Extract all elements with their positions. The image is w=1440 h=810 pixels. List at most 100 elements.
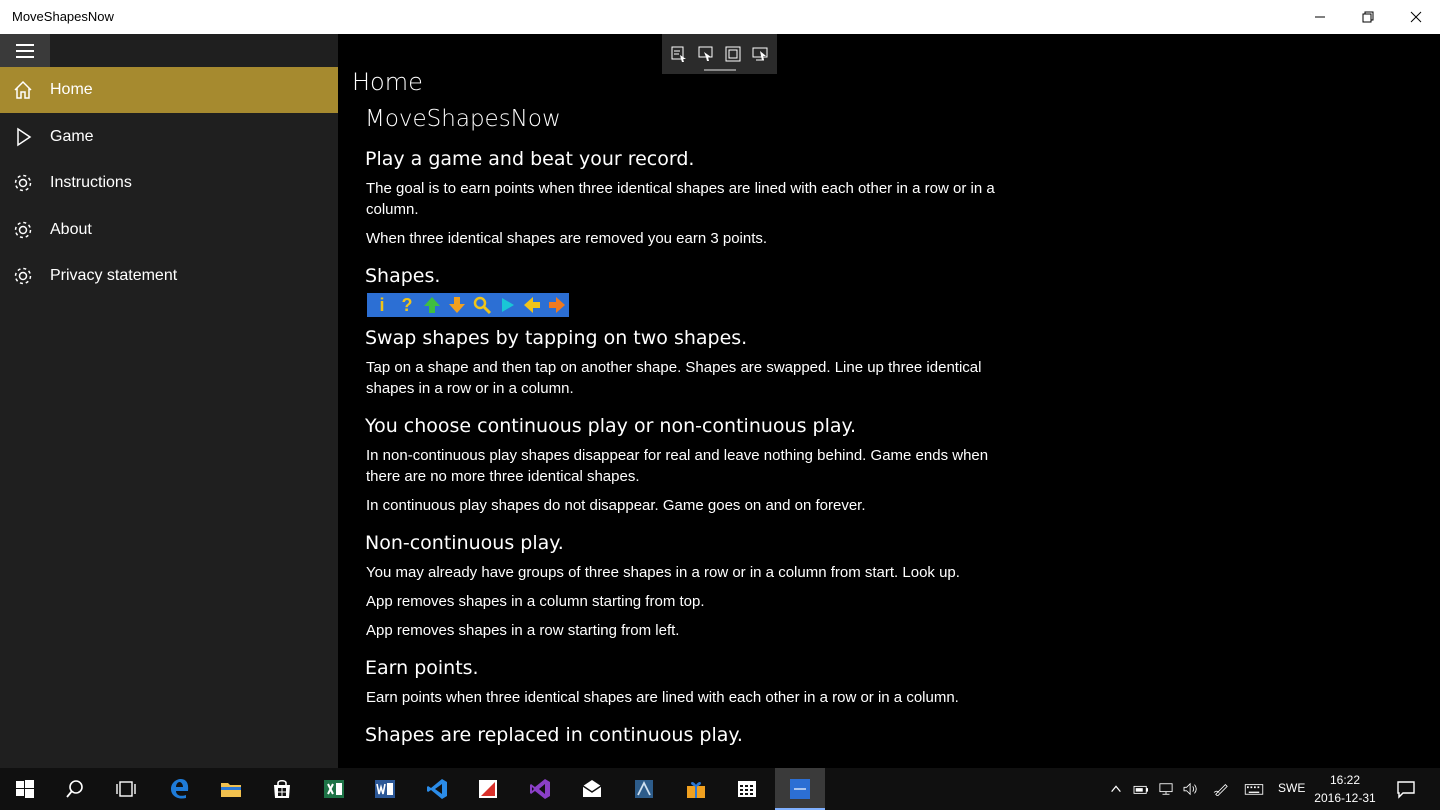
section-paragraph: App removes shapes in a column starting … [366,593,705,610]
visual-studio-app[interactable] [515,768,565,810]
nav-item-home[interactable]: Home [0,67,338,113]
notification-icon [1397,781,1415,799]
section-paragraph: When three identical shapes are removed … [366,230,768,247]
close-icon [1410,11,1422,23]
input-language[interactable]: SWE [1278,781,1305,795]
nav-item-label: Privacy statement [50,267,178,284]
info-icon: i [379,294,385,315]
paint-app[interactable] [463,768,513,810]
mail-app[interactable] [567,768,617,810]
home-icon [12,79,34,101]
section-paragraph: The goal is to earn points when three id… [366,180,995,218]
toolbar-grip[interactable] [704,69,736,71]
arrow-left-icon [521,294,543,316]
search-icon [66,780,83,798]
calculator-app[interactable] [722,768,772,810]
section-paragraph: You may already have groups of three sha… [366,564,960,581]
title-bar: MoveShapesNow [0,0,1440,34]
nav-item-label: About [50,221,92,238]
minimize-button[interactable] [1296,0,1344,34]
section-replaced: Shapes are replaced in continuous play. [365,722,1005,748]
section-heading: Earn points. [365,657,479,679]
section-heading: Non-continuous play. [365,532,564,554]
magnifier-icon [471,294,493,316]
hamburger-icon [16,49,34,52]
visual-studio-code-app[interactable] [412,768,462,810]
nav-item-label: Instructions [50,174,132,191]
select-element-icon[interactable] [668,43,690,65]
frame-icon[interactable] [722,43,744,65]
search-button[interactable] [50,768,100,810]
section-play: Play a game and beat your record. The go… [365,146,1005,249]
pointer-icon[interactable] [695,43,717,65]
navigation-pane: Home Game Instructions About Privacy sta… [0,34,338,768]
section-heading: Swap shapes by tapping on two shapes. [365,327,748,349]
arrow-right-icon [546,294,568,316]
hamburger-menu-button[interactable] [0,34,50,67]
section-paragraph: App removes shapes in a row starting fro… [366,622,680,639]
file-explorer-icon [221,783,241,797]
visual-studio-icon [530,779,550,799]
clock[interactable]: 16:22 2016-12-31 [1310,771,1380,807]
section-earn-points: Earn points. Earn points when three iden… [365,655,1005,708]
gear-icon [12,265,34,287]
taskbar: SWE 16:22 2016-12-31 [0,768,1440,810]
file-explorer-app[interactable] [206,768,256,810]
gift-icon [687,782,705,798]
app-button[interactable] [619,768,669,810]
restore-icon [1362,11,1374,23]
nav-item-privacy-statement[interactable]: Privacy statement [0,253,338,299]
nav-item-about[interactable]: About [0,207,338,253]
play-icon [12,126,34,148]
mail-icon [582,780,602,797]
task-view-button[interactable] [101,768,151,810]
main-content: Home MoveShapesNow Play a game and beat … [338,34,1440,768]
app-icon [635,780,653,798]
minimize-icon [1315,16,1325,18]
edge-app[interactable] [155,768,205,810]
section-heading: Play a game and beat your record. [365,148,695,170]
nav-item-game[interactable]: Game [0,114,338,160]
gift-app[interactable] [671,768,721,810]
battery-icon[interactable] [1131,780,1151,798]
task-view-icon [116,781,136,797]
start-icon [16,780,34,798]
gear-icon [12,172,34,194]
touch-keyboard-icon[interactable] [1244,780,1264,798]
section-heading: Shapes are replaced in continuous play. [365,724,743,746]
section-heading: Shapes. [365,265,441,287]
store-icon [274,779,290,798]
action-center-button[interactable] [1394,777,1418,801]
nav-item-label: Game [50,128,94,145]
moveshapesnow-app[interactable] [775,768,825,810]
nav-item-label: Home [50,81,93,98]
store-app[interactable] [257,768,307,810]
section-swap: Swap shapes by tapping on two shapes. Ta… [365,325,1005,399]
excel-app[interactable] [309,768,359,810]
pen-icon[interactable] [1211,780,1231,798]
close-button[interactable] [1392,0,1440,34]
moveshapesnow-icon [790,779,810,799]
visual-studio-code-icon [427,779,447,799]
window-title: MoveShapesNow [12,9,114,24]
section-play-mode: You choose continuous play or non-contin… [365,413,1005,516]
show-hidden-icons-chevron-icon[interactable] [1106,780,1126,798]
floating-toolbar [662,34,777,74]
excel-icon [324,780,344,798]
section-paragraph: In continuous play shapes do not disappe… [366,497,866,514]
volume-icon[interactable] [1181,780,1201,798]
screen-pointer-icon[interactable] [749,43,771,65]
edge-icon [171,779,189,799]
section-non-continuous: Non-continuous play. You may already hav… [365,530,1005,641]
gear-icon [12,219,34,241]
word-app[interactable] [360,768,410,810]
clock-date: 2016-12-31 [1314,791,1376,805]
section-paragraph: Earn points when three identical shapes … [366,689,959,706]
start-button[interactable] [0,768,50,810]
restore-button[interactable] [1344,0,1392,34]
question-icon: ? [401,294,413,315]
word-icon [375,780,395,798]
network-icon[interactable] [1156,780,1176,798]
nav-item-instructions[interactable]: Instructions [0,160,338,206]
section-paragraph: In non-continuous play shapes disappear … [366,447,989,485]
